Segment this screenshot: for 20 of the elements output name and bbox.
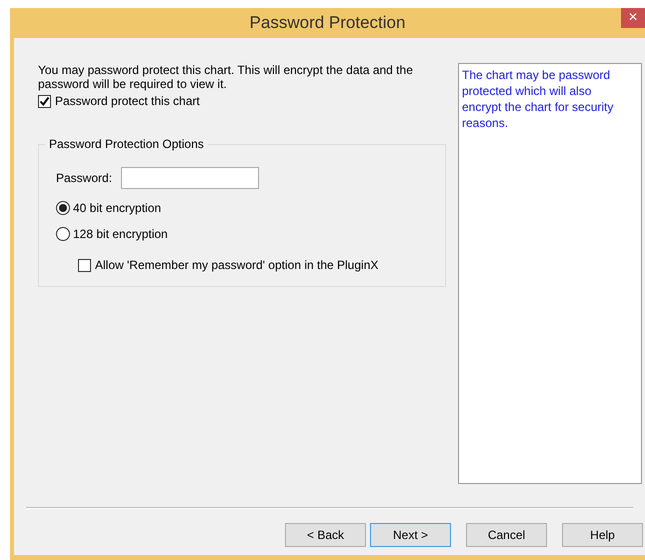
checkbox[interactable]: [38, 94, 51, 108]
dialog-button[interactable]: Next >: [370, 523, 451, 547]
checkbox-label: Password protect this chart: [55, 93, 200, 110]
group-title: Password Protection Options: [45, 137, 208, 151]
radio-label: 40 bit encryption: [73, 200, 162, 217]
close-button[interactable]: ×: [621, 8, 645, 28]
dialog-button[interactable]: Cancel: [466, 523, 547, 547]
checkmark-icon: [39, 96, 50, 106]
radio-button[interactable]: [56, 227, 70, 241]
password-label: Password:: [56, 170, 112, 187]
help-text: The chart may be password protected which will also encrypt the chart for security reasons.: [462, 67, 614, 131]
password-field[interactable]: [121, 167, 260, 189]
checkbox[interactable]: [78, 258, 91, 272]
window-title: Password Protection: [250, 12, 406, 34]
checkbox-label: Allow 'Remember my password' option in the PluginX: [95, 257, 378, 274]
intro-text: You may password protect this chart. This will encrypt the data and the password will be required to view it.: [38, 63, 414, 91]
dialog-button[interactable]: Help: [562, 523, 643, 547]
radio-button[interactable]: [56, 201, 70, 215]
dialog-button[interactable]: < Back: [285, 523, 366, 547]
radio-label: 128 bit encryption: [73, 226, 168, 243]
